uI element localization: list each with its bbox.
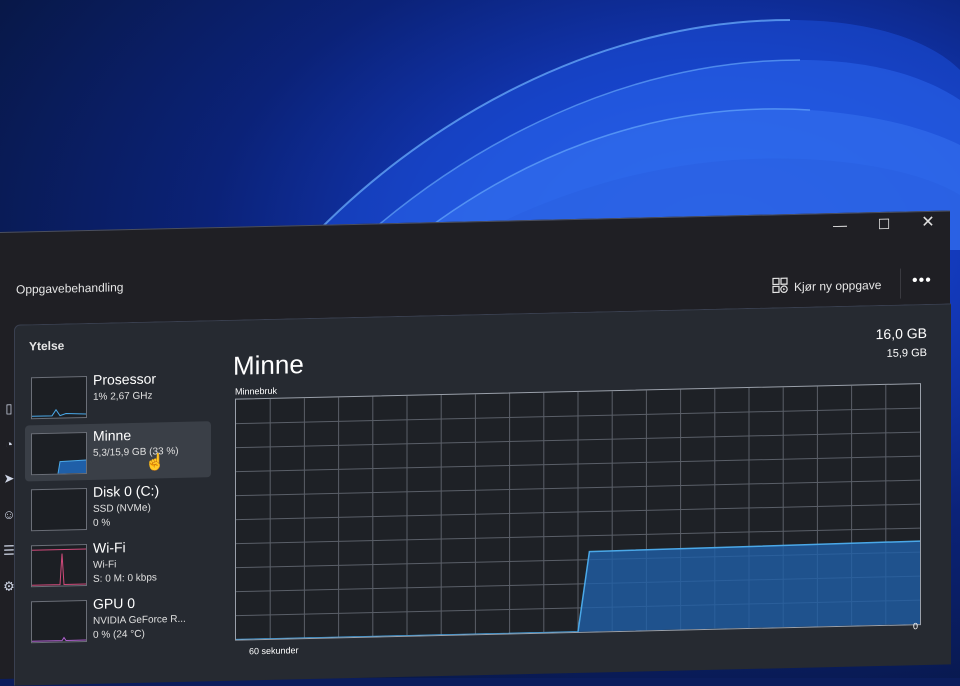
close-button[interactable]: ✕ bbox=[906, 211, 950, 234]
run-task-icon bbox=[772, 277, 788, 296]
minimize-button[interactable]: — bbox=[818, 213, 862, 236]
performance-panel: Ytelse Prosessor 1% 2,67 GHz Minne 5,3/1… bbox=[14, 303, 951, 686]
app-title: Oppgavebehandling bbox=[16, 280, 124, 297]
sidebar-item-disk[interactable]: Disk 0 (C:) SSD (NVMe) 0 % bbox=[25, 477, 211, 537]
page-title: Ytelse bbox=[29, 338, 65, 354]
total-memory: 16,0 GB bbox=[875, 324, 927, 343]
disk-thumbnail bbox=[31, 488, 87, 532]
sidebar-item-wifi[interactable]: Wi-Fi Wi-Fi S: 0 M: 0 kbps bbox=[25, 533, 211, 593]
sidebar-item-value: NVIDIA GeForce R... bbox=[93, 613, 186, 627]
cursor-hand-icon: ☝ bbox=[145, 454, 165, 472]
memory-thumbnail bbox=[31, 432, 87, 476]
sidebar-item-processor[interactable]: Prosessor 1% 2,67 GHz bbox=[25, 365, 211, 425]
graph-label: Minnebruk bbox=[235, 385, 278, 397]
more-options-button[interactable]: ••• bbox=[912, 272, 932, 290]
sidebar-item-value: 0 % (24 °C) bbox=[93, 628, 145, 641]
memory-usage-graph bbox=[235, 383, 921, 641]
maximize-button[interactable]: ☐ bbox=[862, 212, 906, 235]
run-new-task-button[interactable]: Kjør ny oppgave bbox=[772, 275, 881, 296]
gpu-thumbnail bbox=[31, 600, 87, 644]
sidebar-item-value: 0 % bbox=[93, 517, 111, 529]
sidebar-item-memory[interactable]: Minne 5,3/15,9 GB (33 %) bbox=[25, 421, 211, 482]
time-span-label: 60 sekunder bbox=[249, 645, 299, 657]
sidebar-item-label: GPU 0 bbox=[93, 594, 136, 612]
sidebar-item-value: S: 0 M: 0 kbps bbox=[93, 572, 157, 585]
memory-usage-chart bbox=[236, 384, 921, 641]
run-new-task-label: Kjør ny oppgave bbox=[794, 277, 882, 294]
sidebar-item-value: Wi-Fi bbox=[93, 559, 117, 571]
sidebar-item-label: Prosessor bbox=[93, 370, 157, 388]
sidebar-item-value: 1% 2,67 GHz bbox=[93, 390, 153, 403]
wifi-thumbnail bbox=[31, 544, 87, 588]
graph-min-label: 0 bbox=[913, 621, 919, 632]
graph-max-value: 15,9 GB bbox=[886, 346, 927, 360]
task-manager-window: Oppgavebehandling — ☐ ✕ Kjør ny oppgave … bbox=[0, 210, 951, 686]
processor-thumbnail bbox=[31, 376, 87, 420]
sidebar-item-label: Disk 0 (C:) bbox=[93, 482, 160, 500]
sidebar-item-gpu[interactable]: GPU 0 NVIDIA GeForce R... 0 % (24 °C) bbox=[25, 589, 211, 649]
detail-title: Minne bbox=[233, 349, 304, 381]
toolbar-divider bbox=[900, 268, 901, 299]
sidebar-item-value: 5,3/15,9 GB (33 %) bbox=[93, 445, 179, 459]
sidebar-item-value: SSD (NVMe) bbox=[93, 502, 151, 515]
sidebar-item-label: Minne bbox=[93, 427, 132, 444]
sidebar-item-label: Wi-Fi bbox=[93, 539, 126, 556]
